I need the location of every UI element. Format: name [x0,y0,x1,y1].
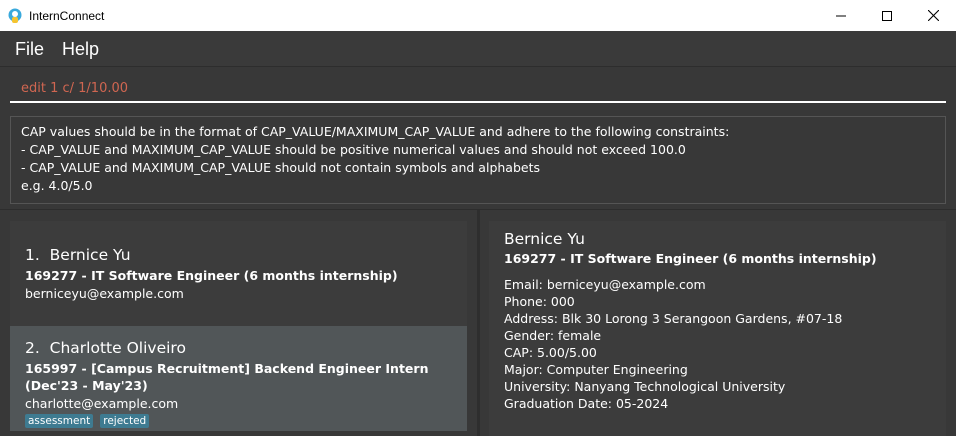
detail-major: Major: Computer Engineering [504,362,688,377]
detail-cap: CAP: 5.00/5.00 [504,345,597,360]
detail-fields: Email: berniceyu@example.com Phone: 000 … [504,276,931,412]
tag-list: assessment rejected [25,414,452,428]
title-bar: InternConnect [0,0,956,31]
menu-file[interactable]: File [7,31,52,67]
detail-gender: Gender: female [504,328,602,343]
result-line: - CAP_VALUE and MAXIMUM_CAP_VALUE should… [21,160,541,175]
person-card-selected[interactable]: 2. Charlotte Oliveiro 165997 - [Campus R… [10,326,467,431]
result-line: e.g. 4.0/5.0 [21,178,93,193]
window-controls [818,0,956,31]
tag-badge: assessment [25,414,94,428]
close-button[interactable] [910,0,956,31]
detail-address: Address: Blk 30 Lorong 3 Serangoon Garde… [504,311,843,326]
detail-university: University: Nanyang Technological Univer… [504,379,786,394]
person-detail-panel: Bernice Yu 169277 - IT Software Engineer… [489,221,946,436]
window-title: InternConnect [29,8,105,23]
result-display: CAP values should be in the format of CA… [10,116,946,204]
person-name: 1. Bernice Yu [25,246,452,264]
result-line: CAP values should be in the format of CA… [21,124,730,139]
detail-name: Bernice Yu [504,230,585,248]
main-content: 1. Bernice Yu 169277 - IT Software Engin… [0,209,956,436]
person-job: 169277 - IT Software Engineer (6 months … [25,268,398,283]
command-input[interactable] [10,75,946,103]
maximize-button[interactable] [864,0,910,31]
command-box [0,67,956,110]
detail-graduation: Graduation Date: 05-2024 [504,396,669,411]
detail-email: Email: berniceyu@example.com [504,277,706,292]
person-name: 2. Charlotte Oliveiro [25,339,452,357]
detail-phone: Phone: 000 [504,294,575,309]
app-logo-icon [8,8,22,23]
person-name-text: Charlotte Oliveiro [49,339,186,357]
menu-bar: File Help [0,31,956,67]
person-name-text: Bernice Yu [49,246,131,264]
person-email: charlotte@example.com [25,396,179,411]
close-icon [927,10,939,21]
minimize-button[interactable] [818,0,864,31]
panel-divider[interactable] [477,210,480,436]
tag-badge: rejected [100,414,150,428]
menu-help[interactable]: Help [54,31,107,67]
person-job: 165997 - [Campus Recruitment] Backend En… [25,361,429,393]
person-list[interactable]: 1. Bernice Yu 169277 - IT Software Engin… [10,221,467,436]
person-index: 1. [25,246,40,264]
person-index: 2. [25,339,40,357]
maximize-icon [882,10,892,21]
detail-job: 169277 - IT Software Engineer (6 months … [504,251,877,266]
person-email: berniceyu@example.com [25,286,184,301]
person-card[interactable]: 1. Bernice Yu 169277 - IT Software Engin… [10,221,467,326]
result-line: - CAP_VALUE and MAXIMUM_CAP_VALUE should… [21,142,686,157]
minimize-icon [836,15,846,16]
